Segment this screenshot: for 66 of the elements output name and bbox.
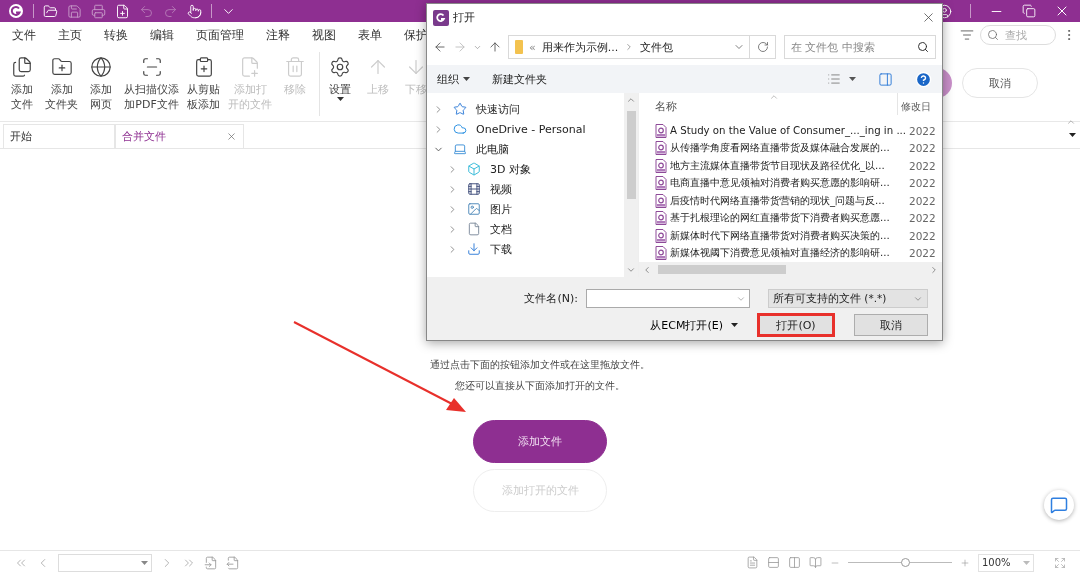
open-button[interactable]: 打开(O) — [758, 314, 834, 336]
menu-item[interactable]: 转换 — [104, 26, 128, 44]
file-name[interactable]: 新媒体视阈下消费意见领袖对直播经济的影响研... — [667, 246, 903, 261]
nav-item[interactable]: OneDrive - Personal — [427, 119, 624, 139]
menu-item[interactable]: 页面管理 — [196, 26, 244, 44]
menu-item[interactable]: 视图 — [312, 26, 336, 44]
ribbon-button[interactable]: 添加 文件 — [4, 52, 40, 116]
menu-item[interactable]: 主页 — [58, 26, 82, 44]
nav-item[interactable]: 图片 — [427, 199, 624, 219]
cancel-button[interactable]: 取消 — [962, 68, 1038, 98]
toolbar-button[interactable]: 新建文件夹 — [492, 71, 547, 87]
file-name-label: 文件名(N): — [524, 291, 578, 306]
breadcrumb-item[interactable]: 用来作为示例... — [541, 39, 619, 55]
file-date: 2022 — [908, 212, 936, 225]
nav-label: 下载 — [490, 241, 512, 257]
file-name[interactable]: 电商直播中意见领袖对消费者购买意愿的影响研... — [667, 176, 903, 191]
nav-item[interactable]: 此电脑 — [427, 139, 624, 159]
search-field[interactable]: 在 文件包 中搜索 — [784, 35, 936, 59]
file-date: 2022 — [908, 229, 936, 242]
ecm-open-button[interactable]: 从ECM打开(E) — [650, 317, 750, 333]
ribbon-button[interactable]: 从扫描仪添 加PDF文件 — [121, 52, 182, 116]
menu-item[interactable]: 文件 — [12, 26, 36, 44]
nav-label: 视频 — [490, 181, 512, 197]
ribbon-button[interactable]: 设置 — [322, 52, 358, 116]
address-bar[interactable]: « 用来作为示例... 文件包 — [508, 35, 750, 59]
breadcrumb-overflow[interactable]: « — [529, 40, 536, 54]
nav-label: 图片 — [490, 201, 512, 217]
menu-item[interactable]: 注释 — [266, 26, 290, 44]
column-header[interactable]: 名称 — [639, 99, 897, 114]
nav-item[interactable]: 下载 — [427, 239, 624, 259]
ribbon-button[interactable]: 从剪贴 板添加 — [184, 52, 223, 116]
nav-item[interactable]: 3D 对象 — [427, 159, 624, 179]
nav-label: OneDrive - Personal — [476, 122, 586, 136]
nav-label: 快速访问 — [476, 101, 520, 117]
file-date: 2022 — [908, 177, 936, 190]
toolbar-button[interactable]: 组织 — [437, 71, 470, 87]
menu-item[interactable]: 表单 — [358, 26, 382, 44]
file-type-select[interactable]: 所有可支持的文件 (*.*) — [768, 289, 928, 308]
document-tab[interactable]: 开始 — [3, 124, 115, 148]
nav-label: 3D 对象 — [490, 161, 531, 177]
breadcrumb-item[interactable]: 文件包 — [640, 39, 674, 55]
file-date: 2022 — [908, 159, 936, 172]
file-name[interactable]: A Study on the Value of Consumer_..._ing in ... — [667, 125, 903, 137]
file-date: 2022 — [908, 194, 936, 207]
file-name[interactable]: 新媒体时代下网络直播带货对消费者购买决策的... — [667, 228, 903, 243]
ribbon-button[interactable]: 添加 网页 — [83, 52, 119, 116]
nav-item[interactable]: 视频 — [427, 179, 624, 199]
cancel-button[interactable]: 取消 — [854, 314, 928, 336]
dialog-title: 打开 — [453, 10, 475, 25]
zoom-select[interactable]: 100% — [978, 553, 1034, 572]
file-name[interactable]: 基于扎根理论的网红直播带货下消费者购买意愿... — [667, 211, 903, 226]
menu-item[interactable]: 编辑 — [150, 26, 174, 44]
nav-label: 文档 — [490, 221, 512, 237]
column-header[interactable]: 修改日 — [898, 100, 930, 114]
file-name[interactable]: 地方主流媒体直播带货节目现状及路径优化_以... — [667, 158, 903, 173]
nav-label: 此电脑 — [476, 141, 509, 157]
file-date: 2022 — [908, 142, 936, 155]
ribbon-button[interactable]: 添加 文件夹 — [42, 52, 81, 116]
hint-text: 您还可以直接从下面添加打开的文件。 — [455, 379, 625, 393]
file-name[interactable]: 从传播学角度看网络直播带货及媒体融合发展的... — [667, 141, 903, 156]
file-name[interactable]: 后疫情时代网络直播带货营销的现状_问题与反... — [667, 193, 903, 208]
file-date: 2022 — [908, 247, 936, 260]
add-files-button[interactable]: 添加文件 — [473, 420, 607, 463]
document-tab[interactable]: 合并文件 — [115, 124, 244, 148]
hint-text: 通过点击下面的按钮添加文件或在这里拖放文件。 — [430, 358, 650, 372]
nav-item[interactable]: 文档 — [427, 219, 624, 239]
